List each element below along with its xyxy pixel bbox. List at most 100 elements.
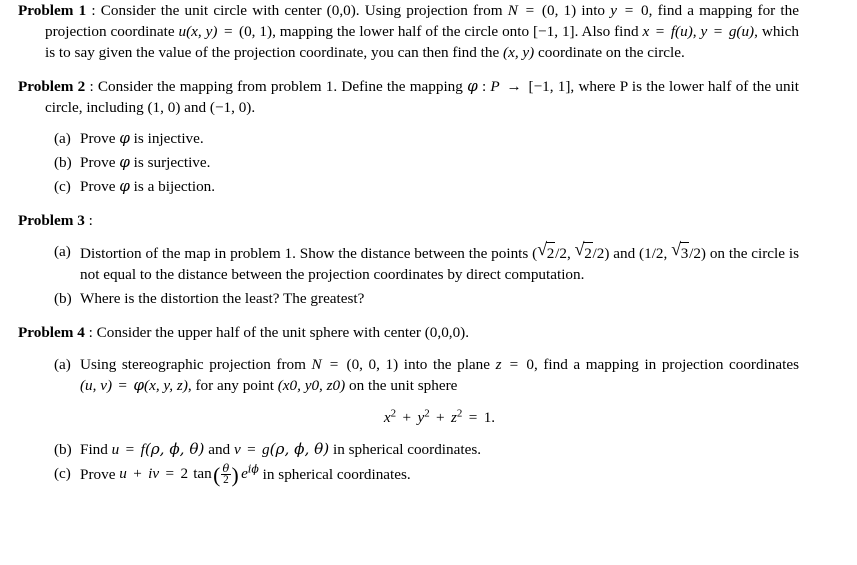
item-marker-a: (a): [54, 243, 71, 261]
list-item: (c) Prove u + iv = 2 tan(θ 2) eiϕ in spheri…: [54, 461, 799, 488]
math-N-def: N = (0, 1): [507, 2, 577, 19]
math-y-zero: y = 0: [610, 2, 649, 19]
problem-4-label: Problem 4: [18, 324, 85, 342]
item-text-post: is injective.: [129, 130, 204, 148]
document-page: Problem 1 : Consider the unit circle wit…: [0, 0, 857, 565]
problem-3-separator: :: [84, 212, 93, 230]
math-xy-pair: (x, y): [503, 44, 535, 62]
problem-1-text-4: , mapping the lower half of the circle o…: [272, 23, 533, 41]
math-interval-p1: [−1, 1]: [533, 23, 575, 41]
item-marker-c: (c): [54, 178, 71, 196]
exponent-i-phi: iϕ: [247, 462, 259, 476]
problem-1-label: Problem 1: [18, 2, 87, 19]
problem-3-label: Problem 3: [18, 212, 85, 230]
item-marker-a: (a): [54, 130, 71, 148]
radical-symbol: √: [537, 239, 548, 260]
problem-2-separator: :: [85, 78, 98, 96]
item-marker-b: (b): [54, 290, 72, 308]
list-item: (a) Prove φ is injective.: [54, 128, 799, 149]
spacer-after-problem-3: [0, 309, 857, 322]
math-point-x0y0z0: (x0, y0, z0): [277, 376, 346, 394]
item-text-pre: Prove: [80, 130, 120, 148]
sqrt-2-first: √ 2: [537, 239, 556, 264]
problem-1-text-7: coordinate on the circle.: [534, 44, 685, 62]
sqrt-3: √ 3: [671, 239, 690, 264]
problem-4-body: Problem 4 : Consider the upper half of t…: [18, 322, 799, 343]
spacer-before-problem-4-items: [0, 344, 857, 354]
list-item: (c) Prove φ is a bijection.: [54, 176, 799, 197]
spacer-before-equation: [80, 396, 799, 407]
problem-4-items: (a) Using stereographic projection from N…: [0, 354, 857, 487]
math-unit-sphere-equation: x2 + y2 + z2 = 1.: [383, 406, 496, 426]
item-text-1: Distortion of the map in problem 1. Show…: [80, 245, 538, 263]
math-v-g-spherical: v = g(ρ, ϕ, θ): [233, 439, 330, 458]
problem-1-text-1: Consider the unit circle with center (0,…: [100, 2, 508, 19]
problem-2-label: Problem 2: [18, 78, 86, 96]
item-text-2: into the plane: [398, 355, 496, 373]
item-text-post: is surjective.: [129, 154, 211, 172]
problem-4-text-1: Consider the upper half of the unit sphe…: [96, 324, 470, 342]
math-uv-phi: (u, v) = φ(x, y, z): [80, 375, 188, 394]
item-text-5: on the unit sphere: [345, 376, 458, 394]
problem-1-text-2: into: [576, 2, 611, 19]
math-x-f-u: x = f(u), y = g(u): [642, 23, 755, 41]
problem-2-body: Problem 2 : Consider the mapping from pr…: [18, 76, 799, 118]
item-text-pre: Prove: [80, 178, 120, 196]
math-phi-symbol: φ: [119, 129, 130, 148]
math-u-of-xy: u(x, y) = (0, 1): [178, 23, 273, 41]
item-marker-a: (a): [54, 355, 71, 373]
problem-2-text-1: Consider the mapping from problem 1. Def…: [97, 78, 468, 96]
right-paren: ): [231, 463, 239, 488]
spacer-after-equation: [80, 428, 799, 439]
item-text-3: , find a mapping in projection coordinat…: [533, 355, 799, 373]
math-phi-map: φ : P → [−1, 1]: [467, 77, 571, 96]
fraction-theta-over-two: θ2: [221, 461, 231, 487]
math-z-zero: z = 0: [495, 355, 534, 373]
item-text-1: Find: [80, 440, 112, 458]
problem-4: Problem 4 : Consider the upper half of t…: [0, 322, 857, 486]
problem-1-separator: :: [86, 2, 101, 19]
item-text-2: in spherical coordinates.: [258, 465, 411, 483]
math-N-3d: N = (0, 0, 1): [311, 355, 399, 373]
spacer-after-problem-2: [0, 197, 857, 210]
item-text-4: , for any point: [187, 376, 278, 394]
item-text-pre: Prove: [80, 154, 120, 172]
problem-2-items: (a) Prove φ is injective. (b) Prove φ is s…: [0, 128, 857, 197]
math-phi-symbol: φ: [119, 177, 130, 196]
item-marker-b: (b): [54, 154, 72, 172]
problem-4-separator: :: [84, 324, 97, 342]
sqrt-2-second: √ 2: [574, 239, 593, 264]
item-text: Where is the distortion the least? The g…: [80, 290, 365, 308]
list-item: (b) Where is the distortion the least? Th…: [54, 288, 799, 309]
list-item: (b) Prove φ is surjective.: [54, 152, 799, 173]
spacer-after-problem-1: [0, 63, 857, 76]
math-u-plus-iv-tan: u + iv = 2 tan(θ 2) eiϕ: [119, 461, 259, 488]
math-u-f-spherical: u = f(ρ, ϕ, θ): [111, 439, 205, 458]
list-item: (a) Using stereographic projection from N…: [54, 354, 799, 439]
spacer-before-problem-3-items: [0, 231, 857, 241]
display-equation-unit-sphere: x2 + y2 + z2 = 1.: [80, 407, 799, 428]
radical-symbol: √: [574, 239, 585, 260]
left-paren: (: [213, 463, 221, 488]
problem-1-body: Problem 1 : Consider the unit circle wit…: [18, 0, 799, 63]
math-phi-symbol: φ: [119, 153, 130, 172]
item-text-2: and: [204, 440, 234, 458]
problem-1: Problem 1 : Consider the unit circle wit…: [0, 0, 857, 63]
list-item: (b) Find u = f(ρ, ϕ, θ) and v = g(ρ, ϕ, θ…: [54, 439, 799, 460]
exponent: 2: [424, 406, 430, 419]
problem-3-body: Problem 3 :: [18, 210, 799, 231]
problem-3: Problem 3 : (a) Distortion of the map in …: [0, 210, 857, 309]
item-text-3: /2) and (1/2,: [592, 245, 672, 263]
problem-3-items: (a) Distortion of the map in problem 1. S…: [0, 239, 857, 309]
item-text-1: Using stereographic projection from: [80, 355, 312, 373]
problem-2: Problem 2 : Consider the mapping from pr…: [0, 76, 857, 197]
list-item: (a) Distortion of the map in problem 1. S…: [54, 239, 799, 285]
radical-symbol: √: [671, 239, 682, 260]
item-text-2: /2,: [555, 245, 575, 263]
item-marker-c: (c): [54, 464, 71, 482]
item-text-1: Prove: [80, 465, 120, 483]
item-text-3: in spherical coordinates.: [329, 440, 482, 458]
spacer-before-problem-2-items: [0, 118, 857, 128]
item-marker-b: (b): [54, 440, 72, 458]
problem-1-text-5: . Also find: [574, 23, 643, 41]
